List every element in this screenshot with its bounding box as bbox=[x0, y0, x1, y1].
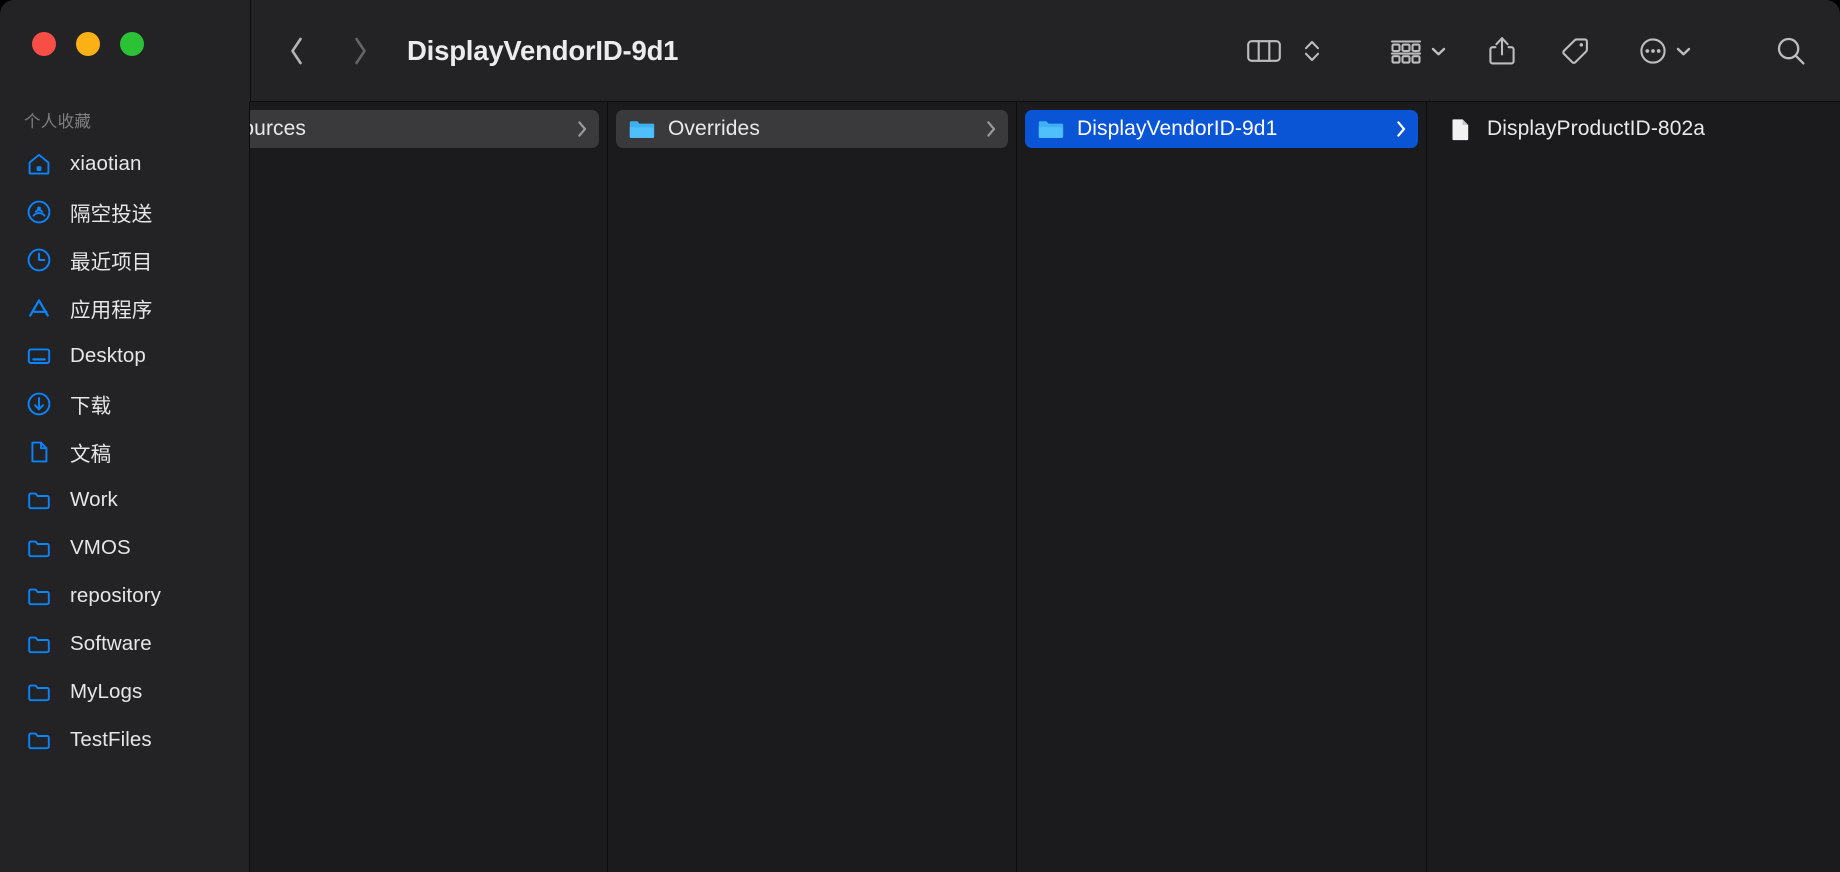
downloads-icon bbox=[26, 391, 52, 417]
chevron-down-icon bbox=[1676, 47, 1691, 56]
toolbar: DisplayVendorID-9d1 bbox=[250, 0, 1840, 102]
folder-icon bbox=[26, 583, 52, 609]
sidebar-item-repository[interactable]: repository bbox=[0, 572, 249, 620]
sidebar: 个人收藏 xiaotian 隔空投送 最近项目 应用程序 Desktop 下载 … bbox=[0, 102, 250, 872]
chevron-left-icon bbox=[290, 37, 302, 65]
sidebar-item-label: 下载 bbox=[70, 395, 112, 418]
sidebar-item-label: MyLogs bbox=[70, 680, 143, 703]
airdrop-icon bbox=[26, 199, 52, 225]
traffic-lights bbox=[0, 0, 144, 56]
finder-window: DisplayVendorID-9d1 个人收藏 xiaotian 隔空投送 最… bbox=[0, 0, 1840, 872]
chevron-right-icon bbox=[354, 37, 366, 65]
sidebar-item-software[interactable]: Software bbox=[0, 620, 249, 668]
list-item[interactable]: DisplayProductID-802a bbox=[1435, 110, 1832, 148]
sidebar-item-label: 应用程序 bbox=[70, 299, 153, 322]
window-body: 个人收藏 xiaotian 隔空投送 最近项目 应用程序 Desktop 下载 … bbox=[0, 102, 1840, 872]
applications-icon bbox=[26, 295, 52, 321]
window-top-region: DisplayVendorID-9d1 bbox=[0, 0, 1840, 102]
folder-icon bbox=[26, 487, 52, 513]
zoom-button[interactable] bbox=[120, 32, 144, 56]
sidebar-item-label: 最近项目 bbox=[70, 251, 153, 274]
sidebar-item-label: Software bbox=[70, 632, 152, 655]
search-icon bbox=[1777, 37, 1805, 65]
column-overrides[interactable]: Overrides bbox=[608, 102, 1017, 872]
chevron-right-icon bbox=[987, 121, 996, 137]
forward-button[interactable] bbox=[337, 28, 383, 74]
more-options-button[interactable] bbox=[1631, 28, 1698, 74]
list-item[interactable]: Overrides bbox=[616, 110, 1008, 148]
sidebar-item-label: xiaotian bbox=[70, 152, 142, 175]
group-grid-icon bbox=[1390, 40, 1422, 64]
view-mode-column-button[interactable] bbox=[1240, 28, 1288, 74]
list-item-label: esources bbox=[250, 117, 307, 140]
column-view-icon bbox=[1247, 40, 1281, 62]
sidebar-item-testfiles[interactable]: TestFiles bbox=[0, 716, 249, 764]
stepper-up-down-icon bbox=[1304, 40, 1320, 62]
folder-icon bbox=[628, 116, 655, 143]
list-item[interactable]: DisplayVendorID-9d1 bbox=[1025, 110, 1418, 148]
column-resources[interactable]: esources bbox=[250, 102, 608, 872]
share-button[interactable] bbox=[1481, 28, 1523, 74]
sidebar-item-xiaotian[interactable]: xiaotian bbox=[0, 140, 249, 188]
sidebar-header bbox=[0, 0, 250, 102]
sidebar-item-mylogs[interactable]: MyLogs bbox=[0, 668, 249, 716]
desktop-icon bbox=[26, 343, 52, 369]
sidebar-item-work[interactable]: Work bbox=[0, 476, 249, 524]
sidebar-item-label: Work bbox=[70, 488, 118, 511]
folder-icon bbox=[26, 631, 52, 657]
chevron-down-icon bbox=[1431, 47, 1446, 56]
home-icon bbox=[26, 151, 52, 177]
sidebar-item-airdrop[interactable]: 隔空投送 bbox=[0, 188, 249, 236]
view-options-stepper[interactable] bbox=[1296, 28, 1328, 74]
back-button[interactable] bbox=[273, 28, 319, 74]
list-item[interactable]: esources bbox=[250, 110, 599, 148]
search-button[interactable] bbox=[1768, 28, 1814, 74]
list-item-label: DisplayVendorID-9d1 bbox=[1077, 117, 1278, 140]
minimize-button[interactable] bbox=[76, 32, 100, 56]
list-item-label: DisplayProductID-802a bbox=[1487, 117, 1706, 140]
chevron-right-icon bbox=[578, 121, 587, 137]
sidebar-item-label: Desktop bbox=[70, 344, 146, 367]
document-icon bbox=[26, 439, 52, 465]
folder-icon bbox=[26, 727, 52, 753]
share-icon bbox=[1489, 37, 1515, 65]
group-by-button[interactable] bbox=[1382, 28, 1453, 74]
close-button[interactable] bbox=[32, 32, 56, 56]
page-title: DisplayVendorID-9d1 bbox=[407, 35, 679, 66]
sidebar-item-downloads[interactable]: 下载 bbox=[0, 380, 249, 428]
sidebar-item-label: 隔空投送 bbox=[70, 203, 153, 226]
sidebar-section-favorites: 个人收藏 bbox=[24, 113, 92, 131]
folder-icon bbox=[1037, 116, 1064, 143]
sidebar-item-label: 文稿 bbox=[70, 443, 112, 466]
tags-button[interactable] bbox=[1553, 28, 1597, 74]
folder-icon bbox=[26, 535, 52, 561]
sidebar-item-applications[interactable]: 应用程序 bbox=[0, 284, 249, 332]
sidebar-item-label: repository bbox=[70, 584, 162, 607]
column-displayvendorid[interactable]: DisplayVendorID-9d1 bbox=[1017, 102, 1427, 872]
chevron-right-icon bbox=[1397, 121, 1406, 137]
folder-icon bbox=[26, 679, 52, 705]
tag-icon bbox=[1562, 38, 1588, 64]
ellipsis-circle-icon bbox=[1640, 38, 1666, 64]
sidebar-item-label: TestFiles bbox=[70, 728, 152, 751]
column-displayproductid[interactable]: DisplayProductID-802a bbox=[1427, 102, 1840, 872]
list-item-label: Overrides bbox=[668, 117, 760, 140]
sidebar-item-vmos[interactable]: VMOS bbox=[0, 524, 249, 572]
sidebar-item-desktop[interactable]: Desktop bbox=[0, 332, 249, 380]
sidebar-item-recents[interactable]: 最近项目 bbox=[0, 236, 249, 284]
file-icon bbox=[1447, 116, 1474, 143]
clock-icon bbox=[26, 247, 52, 273]
sidebar-item-label: VMOS bbox=[70, 536, 131, 559]
column-browser: esources Overrides bbox=[250, 102, 1840, 872]
sidebar-item-documents[interactable]: 文稿 bbox=[0, 428, 249, 476]
